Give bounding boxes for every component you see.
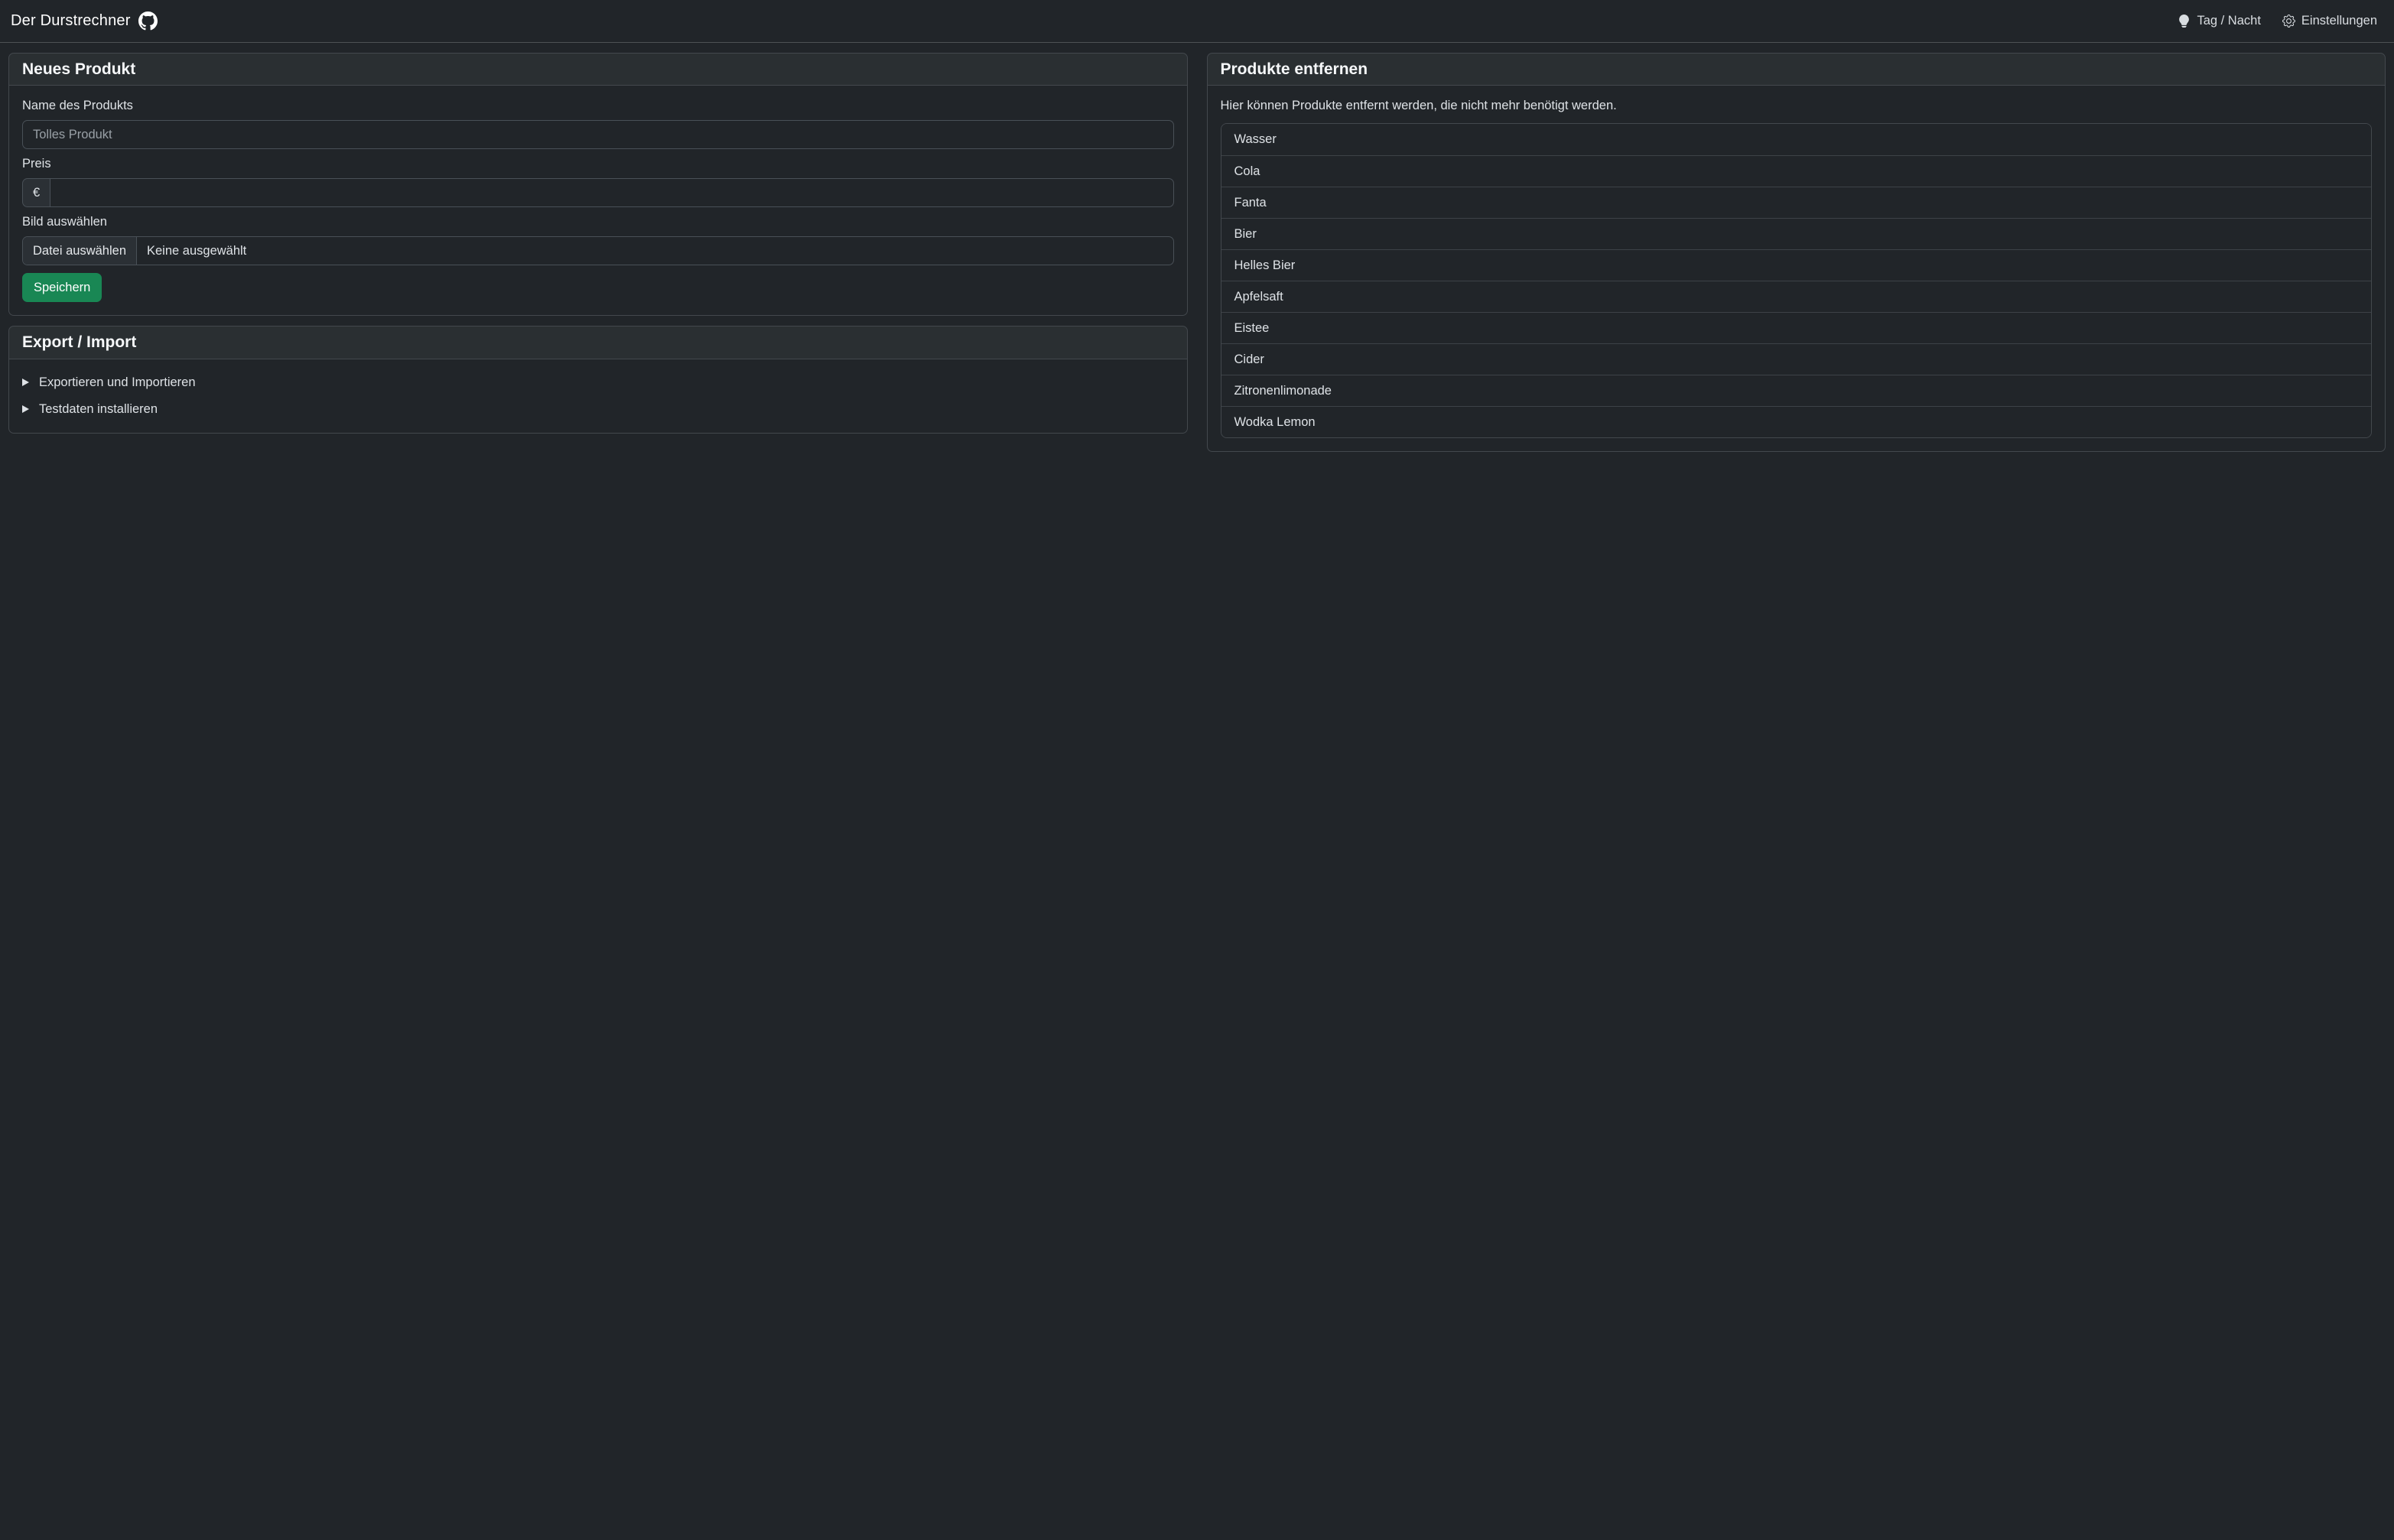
export-import-summary[interactable]: Exportieren und Importieren	[22, 372, 1174, 393]
remove-products-card-title: Produkte entfernen	[1208, 54, 2386, 86]
brand-group: Der Durstrechner	[11, 11, 158, 31]
image-label: Bild auswählen	[22, 215, 1174, 229]
price-label: Preis	[22, 157, 1174, 171]
file-input[interactable]: Datei auswählen Keine ausgewählt	[22, 236, 1174, 265]
triangle-right-icon	[22, 405, 29, 413]
product-list: Wasser Cola Fanta Bier Helles Bier Apfel…	[1221, 123, 2373, 438]
export-import-card-body: Exportieren und Importieren Testdaten in…	[9, 359, 1187, 433]
navbar-actions: Tag / Nacht Einstellungen	[2178, 14, 2377, 28]
settings-link-label: Einstellungen	[2301, 14, 2377, 28]
product-list-item[interactable]: Fanta	[1221, 187, 2372, 218]
product-list-item[interactable]: Wasser	[1221, 124, 2372, 155]
export-import-card-title: Export / Import	[9, 327, 1187, 359]
testdata-summary[interactable]: Testdaten installieren	[22, 399, 1174, 420]
product-list-item[interactable]: Apfelsaft	[1221, 281, 2372, 312]
currency-prefix: €	[22, 178, 50, 207]
lightbulb-icon	[2178, 15, 2191, 28]
triangle-right-icon	[22, 379, 29, 386]
right-column: Produkte entfernen Hier können Produkte …	[1207, 53, 2386, 452]
left-column: Neues Produkt Name des Produkts Preis € …	[8, 53, 1188, 434]
app-title: Der Durstrechner	[11, 12, 131, 30]
gear-icon	[2282, 15, 2295, 28]
settings-link[interactable]: Einstellungen	[2282, 14, 2377, 28]
save-button[interactable]: Speichern	[22, 273, 102, 302]
navbar: Der Durstrechner Tag / Nacht Einstell	[0, 0, 2394, 43]
remove-products-card: Produkte entfernen Hier können Produkte …	[1207, 53, 2386, 452]
product-list-item[interactable]: Zitronenlimonade	[1221, 375, 2372, 406]
file-status-text: Keine ausgewählt	[137, 237, 256, 265]
price-input-group: €	[22, 178, 1174, 207]
new-product-card-body: Name des Produkts Preis € Bild auswählen…	[9, 86, 1187, 315]
product-list-item[interactable]: Bier	[1221, 218, 2372, 249]
product-list-item[interactable]: Wodka Lemon	[1221, 406, 2372, 437]
new-product-card: Neues Produkt Name des Produkts Preis € …	[8, 53, 1188, 316]
product-list-item[interactable]: Cola	[1221, 155, 2372, 187]
main-content: Neues Produkt Name des Produkts Preis € …	[0, 43, 2394, 452]
product-name-input[interactable]	[22, 120, 1174, 149]
product-list-item[interactable]: Helles Bier	[1221, 249, 2372, 281]
remove-products-card-body: Hier können Produkte entfernt werden, di…	[1208, 86, 2386, 451]
new-product-card-title: Neues Produkt	[9, 54, 1187, 86]
price-input[interactable]	[50, 178, 1173, 207]
testdata-summary-label: Testdaten installieren	[39, 402, 158, 417]
product-name-label: Name des Produkts	[22, 99, 1174, 113]
theme-toggle[interactable]: Tag / Nacht	[2178, 14, 2260, 28]
export-import-summary-label: Exportieren und Importieren	[39, 375, 196, 390]
product-list-item[interactable]: Eistee	[1221, 312, 2372, 343]
export-import-card: Export / Import Exportieren und Importie…	[8, 326, 1188, 433]
file-choose-button[interactable]: Datei auswählen	[23, 237, 137, 265]
github-icon[interactable]	[138, 11, 158, 31]
theme-toggle-label: Tag / Nacht	[2197, 14, 2260, 28]
product-list-item[interactable]: Cider	[1221, 343, 2372, 375]
remove-products-description: Hier können Produkte entfernt werden, di…	[1221, 99, 2373, 113]
